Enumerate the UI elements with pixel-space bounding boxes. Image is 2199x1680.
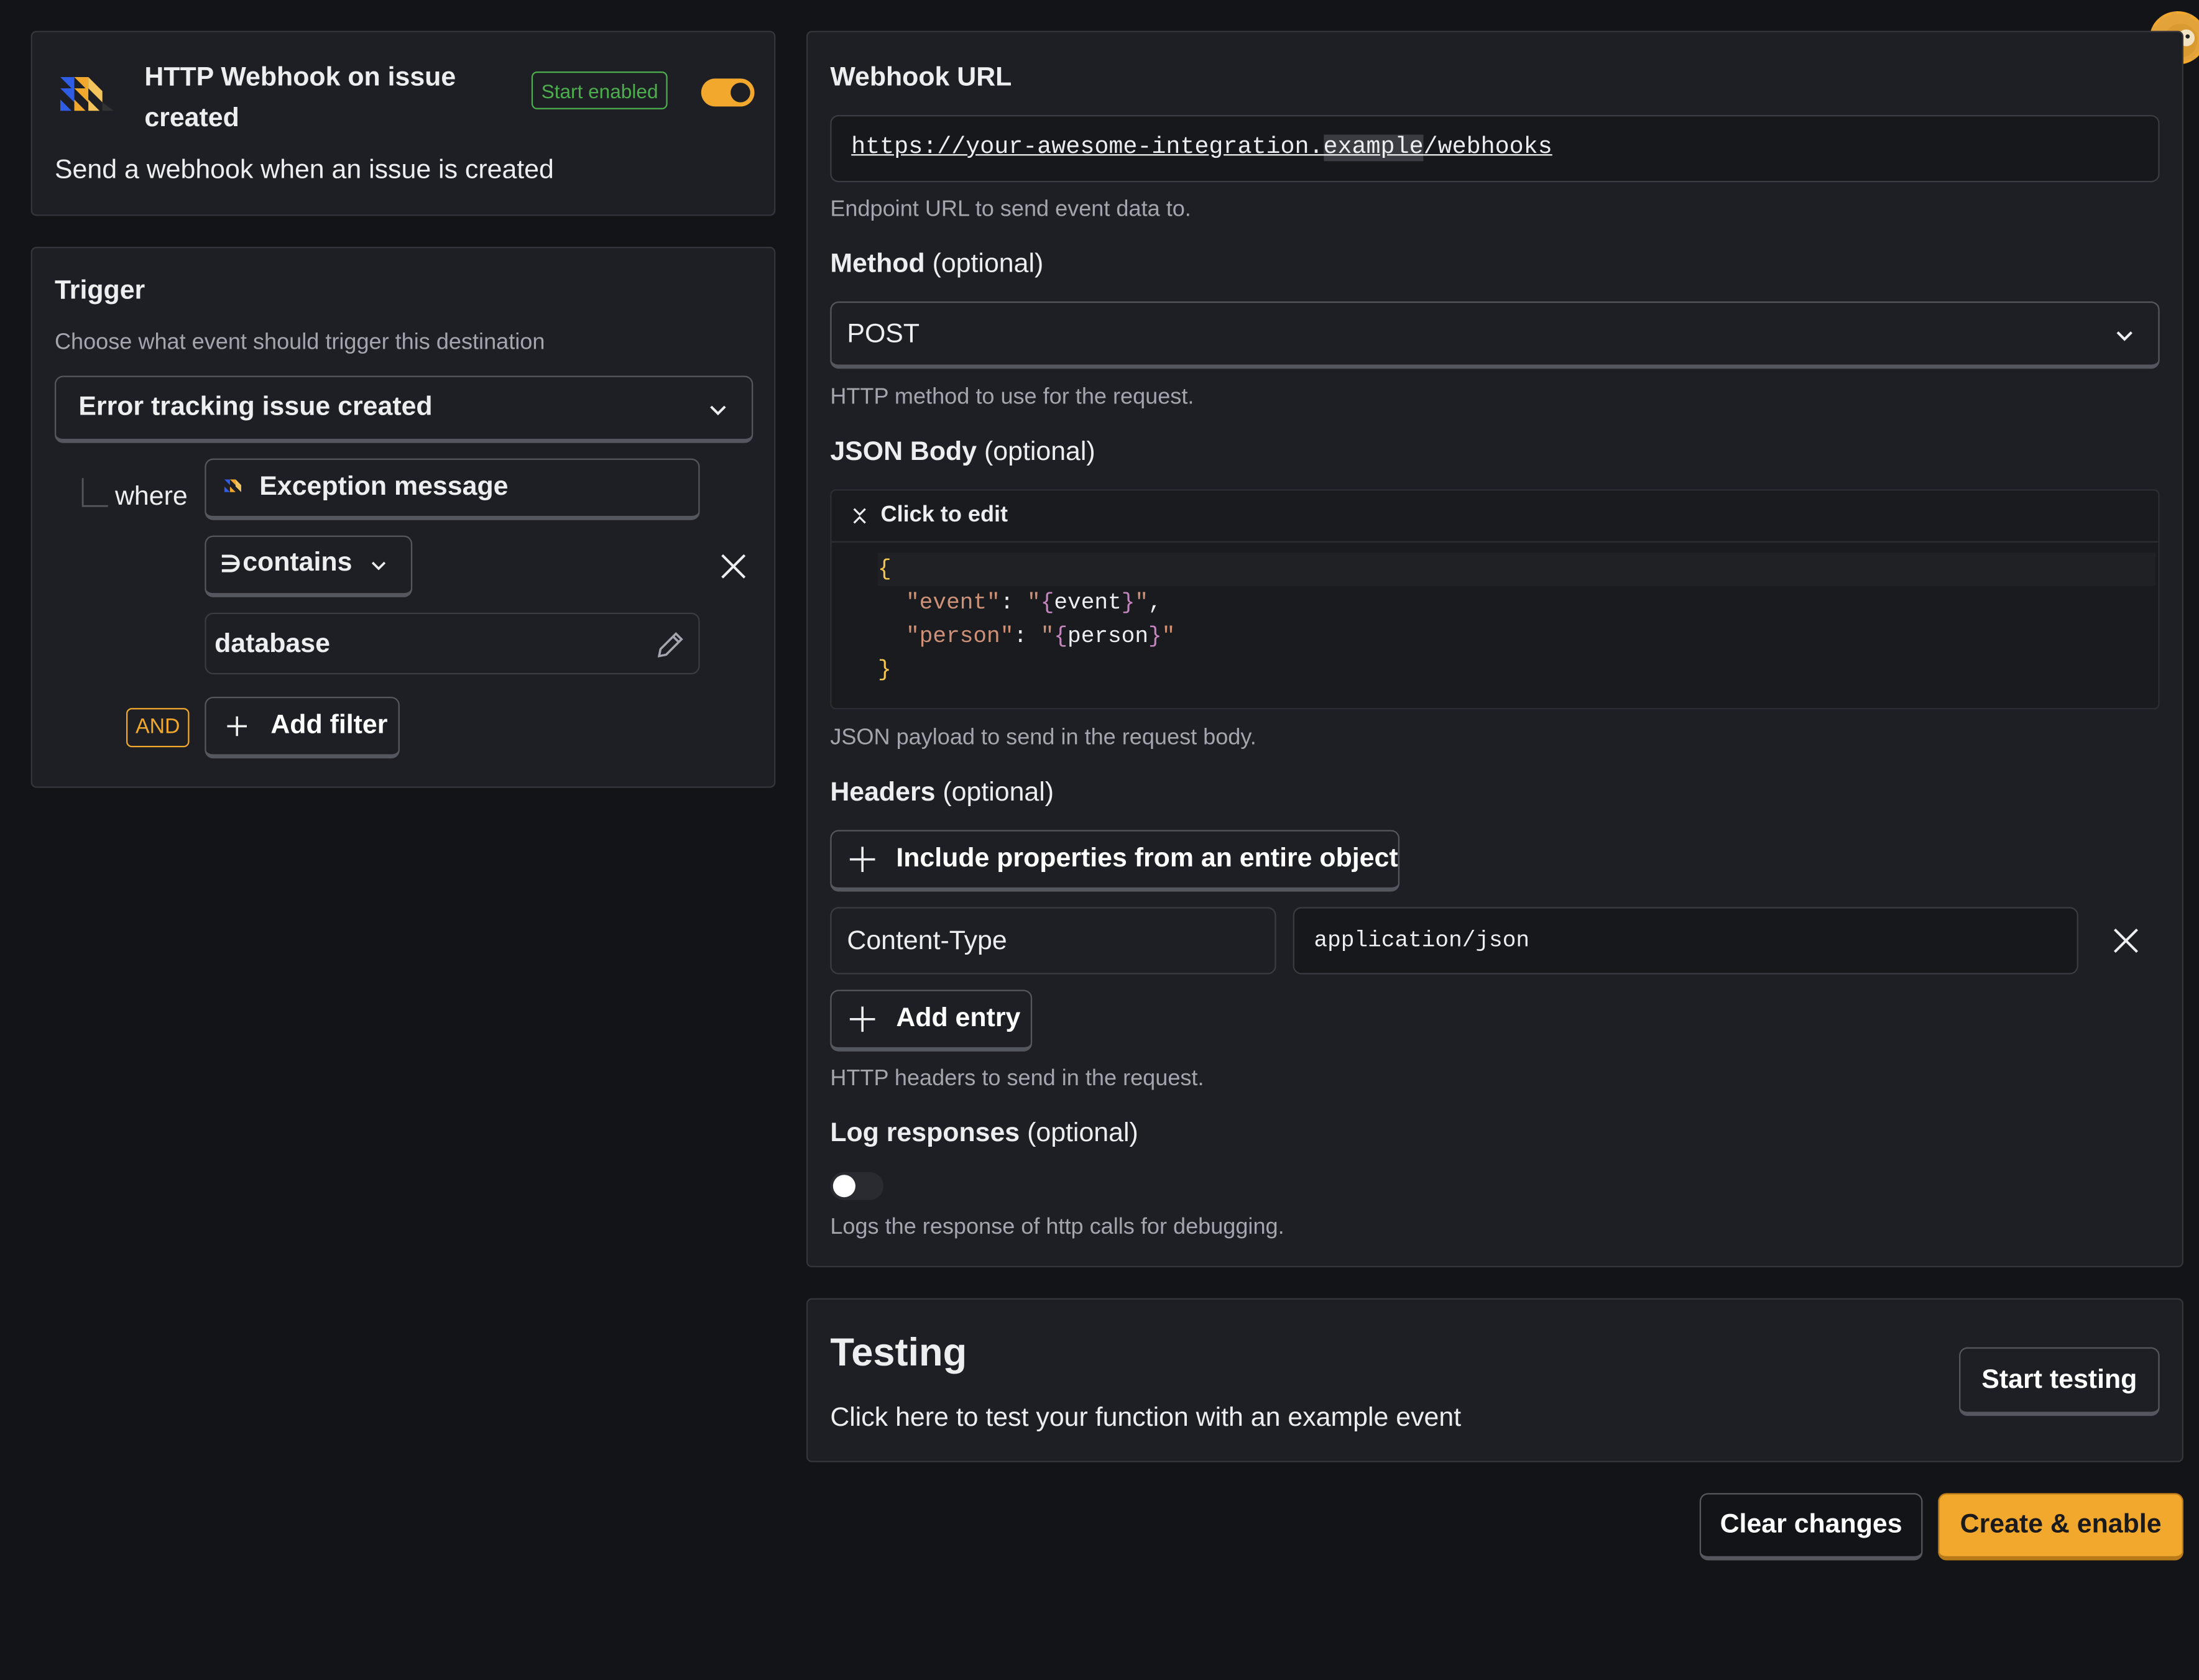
start-testing-button[interactable]: Start testing [1959, 1347, 2160, 1416]
code-line-1: { [878, 552, 2155, 586]
filter-property-button[interactable]: Exception message [205, 458, 700, 520]
enabled-toggle[interactable] [701, 78, 755, 107]
filter-property-label: Exception message [259, 472, 509, 502]
testing-subtitle: Click here to test your function with an… [830, 1403, 1462, 1433]
webhook-url-label: Webhook URL [830, 63, 1012, 93]
remove-header-icon[interactable] [2111, 925, 2142, 957]
plus-icon [849, 847, 875, 872]
and-badge[interactable]: AND [126, 708, 190, 748]
header-value-input[interactable]: application/json [1293, 907, 2078, 975]
create-enable-label: Create & enable [1960, 1510, 2162, 1540]
filter-operator-select[interactable]: ∋ contains [205, 535, 413, 597]
header-key-input[interactable]: Content-Type [830, 907, 1276, 975]
headers-label: Headers (optional) [830, 778, 1054, 808]
chevron-down-icon [710, 405, 726, 416]
pencil-icon[interactable] [653, 628, 687, 662]
header-key-value: Content-Type [847, 926, 1007, 957]
collapse-icon [853, 508, 866, 524]
start-enabled-badge: Start enabled [531, 71, 668, 109]
branch-connector-icon [81, 478, 108, 507]
create-enable-button[interactable]: Create & enable [1938, 1493, 2183, 1561]
method-label: Method (optional) [830, 249, 1044, 279]
chevron-down-icon [2116, 331, 2132, 341]
webhook-url-help: Endpoint URL to send event data to. [830, 198, 1191, 222]
json-body-help: JSON payload to send in the request body… [830, 726, 1256, 750]
include-properties-button[interactable]: Include properties from an entire object [830, 830, 1400, 892]
json-body-label: JSON Body (optional) [830, 437, 1095, 467]
filter-value-field[interactable]: database [205, 612, 700, 674]
trigger-event-value: Error tracking issue created [78, 392, 433, 422]
app-name: HTTP Webhook on issue created [144, 63, 456, 134]
operator-symbol: ∋ [220, 551, 242, 578]
start-testing-label: Start testing [1981, 1364, 2137, 1395]
log-responses-toggle[interactable] [830, 1172, 884, 1200]
toggle-knob [731, 83, 750, 103]
add-entry-label: Add entry [896, 1004, 1021, 1034]
method-select[interactable]: POST [830, 301, 2160, 369]
app-logo-icon [60, 77, 114, 111]
log-responses-help: Logs the response of http calls for debu… [830, 1215, 1284, 1239]
app-description: Send a webhook when an issue is created [54, 155, 554, 185]
clear-changes-button[interactable]: Clear changes [1699, 1493, 1923, 1561]
clear-changes-label: Clear changes [1720, 1510, 1902, 1540]
app-header-card: HTTP Webhook on issue created Start enab… [30, 30, 776, 216]
plus-icon [849, 1006, 875, 1032]
headers-help: HTTP headers to send in the request. [830, 1067, 1204, 1091]
code-line-2: "event": "{event}", [906, 590, 1162, 616]
trigger-title: Trigger [54, 276, 145, 306]
log-responses-label: Log responses (optional) [830, 1118, 1138, 1149]
where-label: where [114, 482, 188, 512]
webhook-config-card: Webhook URL https://your-awesome-integra… [806, 30, 2183, 1268]
testing-card: Testing Click here to test your function… [806, 1298, 2183, 1462]
json-body-editor[interactable]: Click to edit { "event": "{event}", "per… [830, 489, 2160, 710]
add-filter-label: Add filter [270, 710, 388, 740]
add-filter-button[interactable]: Add filter [205, 697, 400, 759]
trigger-event-select[interactable]: Error tracking issue created [54, 375, 754, 443]
method-value: POST [847, 319, 920, 349]
plus-icon [227, 716, 247, 737]
toggle-knob [832, 1175, 855, 1198]
testing-title: Testing [830, 1330, 967, 1374]
add-entry-button[interactable]: Add entry [830, 989, 1033, 1052]
webhook-url-value: https://your-awesome-integration.example… [851, 134, 1552, 162]
trigger-subtitle: Choose what event should trigger this de… [54, 331, 545, 355]
webhook-url-input[interactable]: https://your-awesome-integration.example… [830, 114, 2160, 183]
filter-value-text: database [214, 629, 330, 659]
code-line-3: "person": "{person}" [906, 623, 1176, 650]
click-to-edit-label: Click to edit [880, 503, 1008, 528]
trigger-card: Trigger Choose what event should trigger… [30, 246, 776, 788]
include-properties-label: Include properties from an entire object [896, 843, 1398, 874]
code-line-4: } [878, 657, 892, 683]
method-help: HTTP method to use for the request. [830, 385, 1194, 410]
editor-toolbar[interactable]: Click to edit [831, 490, 2159, 543]
event-property-icon [224, 479, 241, 492]
chevron-down-icon [371, 561, 386, 571]
filter-operator-label: contains [242, 548, 353, 578]
remove-filter-icon[interactable] [718, 551, 749, 582]
json-code[interactable]: { "event": "{event}", "person": "{person… [878, 552, 2158, 687]
header-value-text: application/json [1314, 928, 1530, 953]
